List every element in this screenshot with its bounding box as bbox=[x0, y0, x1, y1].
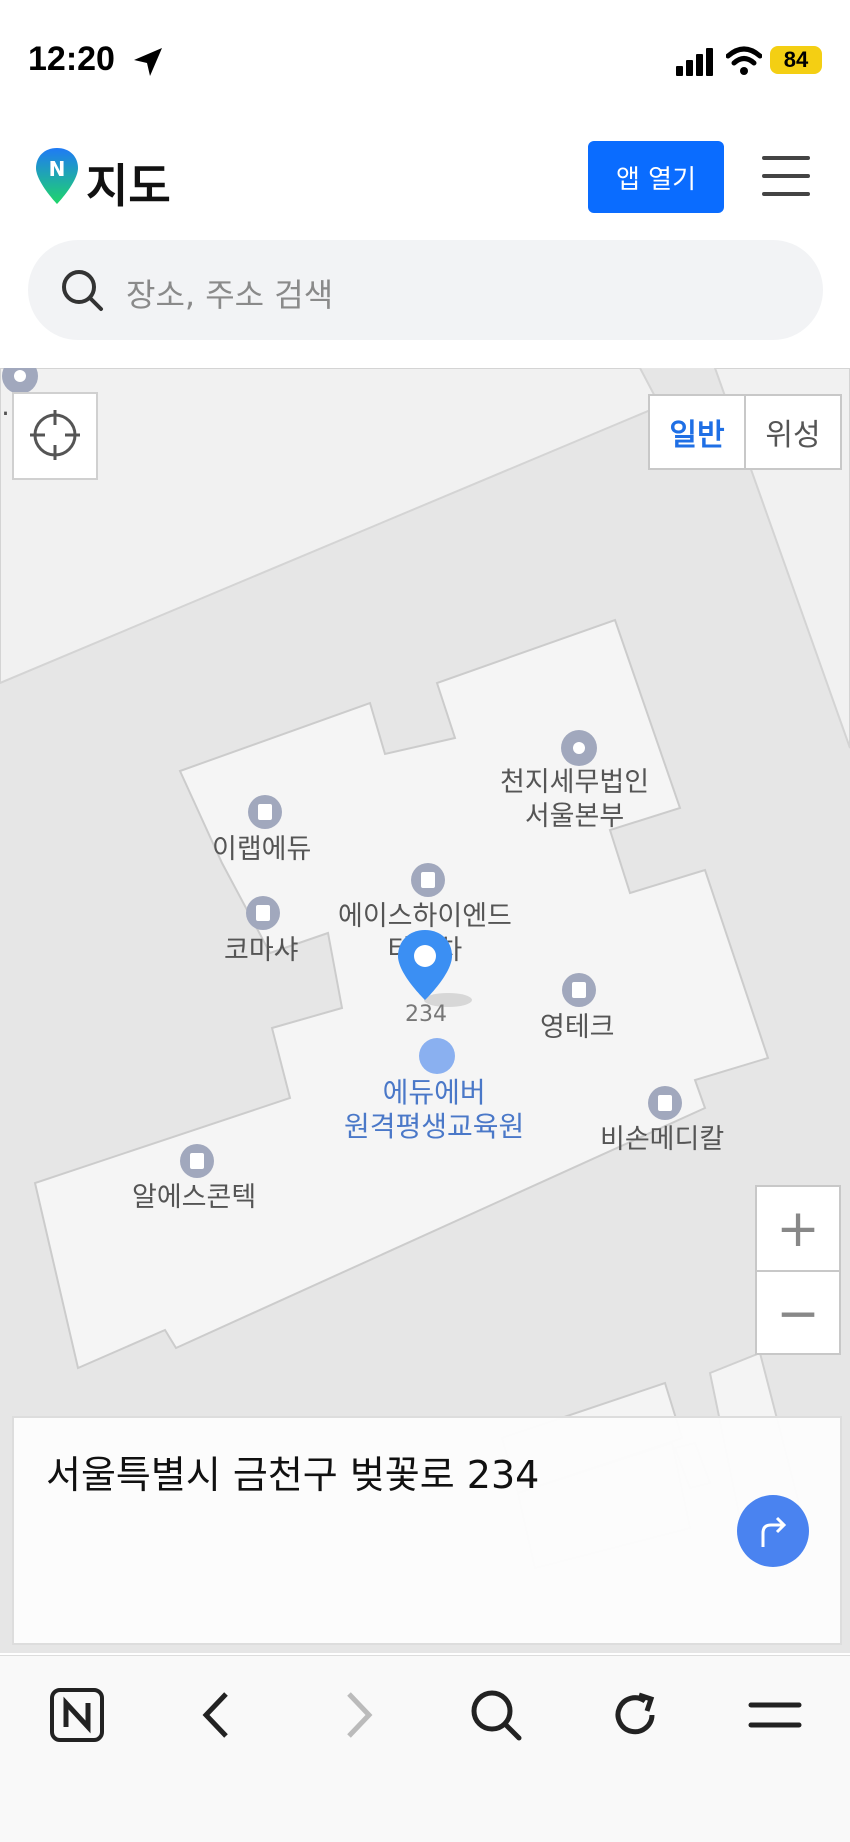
school-icon[interactable] bbox=[419, 1038, 455, 1074]
zoom-control: + − bbox=[755, 1185, 841, 1355]
poi-circle-icon[interactable] bbox=[561, 730, 597, 766]
battery-indicator: 84 bbox=[770, 46, 822, 74]
chevron-left-icon bbox=[202, 1692, 228, 1738]
building-icon[interactable] bbox=[411, 863, 445, 897]
reload-icon bbox=[615, 1692, 655, 1735]
building-icon[interactable] bbox=[246, 896, 280, 930]
poi-label-eduever[interactable]: 에듀에버 원격평생교육원 bbox=[344, 1076, 524, 1144]
open-app-button[interactable]: 앱 열기 bbox=[588, 141, 724, 213]
route-arrow-icon bbox=[761, 1516, 787, 1547]
map-type-general-button[interactable]: 일반 bbox=[650, 396, 746, 468]
naver-home-button[interactable] bbox=[42, 1680, 112, 1750]
pin-number: 234 bbox=[405, 1002, 447, 1027]
menu-button[interactable] bbox=[762, 154, 810, 198]
wifi-icon bbox=[726, 46, 762, 75]
poi-label-rs[interactable]: 알에스콘텍 bbox=[132, 1181, 256, 1215]
map-type-toggle: 일반 위성 bbox=[648, 394, 842, 470]
location-arrow-icon bbox=[134, 48, 162, 76]
naver-map-logo-icon: N bbox=[36, 148, 78, 204]
poi-label-youngtech[interactable]: 영테크 bbox=[540, 1011, 615, 1045]
browser-search-button[interactable] bbox=[461, 1680, 531, 1750]
building-icon[interactable] bbox=[648, 1086, 682, 1120]
search-placeholder: 장소, 주소 검색 bbox=[126, 276, 334, 314]
back-button[interactable] bbox=[181, 1680, 251, 1750]
directions-button[interactable] bbox=[737, 1495, 809, 1567]
svg-text:N: N bbox=[49, 157, 66, 181]
app-title: 지도 bbox=[86, 159, 171, 213]
zoom-in-button[interactable]: + bbox=[757, 1187, 839, 1272]
poi-label-bison[interactable]: 비손메디칼 bbox=[600, 1123, 724, 1157]
hamburger-icon bbox=[748, 1702, 802, 1728]
current-location-button[interactable] bbox=[12, 392, 98, 480]
building-icon[interactable] bbox=[562, 973, 596, 1007]
poi-label-komasha[interactable]: 코마샤 bbox=[224, 934, 299, 968]
building-icon[interactable] bbox=[248, 795, 282, 829]
search-icon bbox=[62, 270, 103, 311]
browser-menu-button[interactable] bbox=[740, 1680, 810, 1750]
map-type-satellite-button[interactable]: 위성 bbox=[746, 396, 840, 468]
status-time: 12:20 bbox=[28, 40, 115, 78]
reload-button[interactable] bbox=[600, 1680, 670, 1750]
building-icon[interactable] bbox=[180, 1144, 214, 1178]
chevron-right-icon bbox=[347, 1692, 373, 1738]
poi-label-ilab[interactable]: 이랩에듀 bbox=[212, 833, 311, 867]
crosshair-icon bbox=[30, 410, 80, 460]
browser-toolbar bbox=[0, 1655, 850, 1842]
zoom-out-button[interactable]: − bbox=[757, 1272, 839, 1355]
address-text: 서울특별시 금천구 벚꽃로 234 bbox=[46, 1453, 540, 1497]
naver-n-icon bbox=[50, 1688, 104, 1742]
signal-icon bbox=[676, 48, 713, 76]
menu-icon bbox=[762, 156, 810, 160]
magnifier-icon bbox=[471, 1690, 522, 1741]
forward-button[interactable] bbox=[324, 1680, 394, 1750]
poi-label-cheonji[interactable]: 천지세무법인 서울본부 bbox=[500, 766, 649, 834]
